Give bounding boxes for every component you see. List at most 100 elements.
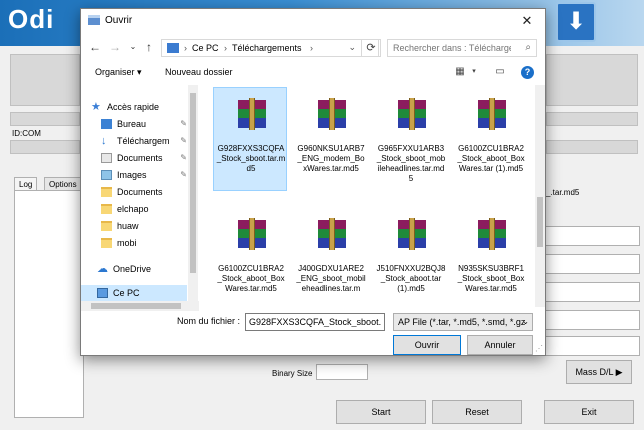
file-name: J510FNXXU2BQJ8_Stock_aboot.tar (1).md5 [376,264,446,293]
folder-icon [101,187,112,197]
file-item[interactable]: J400GDXU1ARE2_ENG_sboot_mobileheadlines.… [293,207,367,307]
nav-images[interactable]: Images ✎ [81,167,187,184]
winrar-archive-icon [316,98,348,130]
file-item[interactable]: N935SKSU3BRF1_Stock_sboot_BoxWares.tar.m… [453,207,527,307]
nav-label: Documents [117,187,163,197]
odin-slot [10,54,80,106]
binary-size-field [316,364,368,380]
folder-icon [101,238,112,248]
reset-button[interactable]: Reset [432,400,522,424]
file-name: N935SKSU3BRF1_Stock_sboot_BoxWares.tar.m… [457,264,525,293]
file-type-select[interactable]: AP File (*.tar, *.md5, *.smd, *.gz ⌄ [393,313,533,331]
search-box[interactable]: ⌕ [387,39,537,57]
preview-pane-icon[interactable]: ▭ [493,66,507,78]
nav-label: OneDrive [113,264,152,274]
winrar-archive-icon [236,98,268,130]
up-arrow-icon[interactable]: ↑ [141,39,157,55]
exit-button[interactable]: Exit [544,400,634,424]
chevron-down-icon[interactable]: ▾ [467,66,481,78]
nav-desktop[interactable]: Bureau ✎ [81,116,187,133]
nav-label: elchapo [117,204,149,214]
cloud-icon: ☁ [97,263,108,275]
search-input[interactable] [388,40,516,56]
nav-label: Documents [117,153,163,163]
nav-label: Ce PC [113,288,140,298]
winrar-archive-icon [476,98,508,130]
scroll-thumb[interactable] [91,303,181,309]
mass-dl-button[interactable]: Mass D/L ▶ [566,360,632,384]
documents-icon [101,153,112,163]
file-slot-field[interactable] [540,282,640,302]
nav-label: Téléchargem [117,136,170,146]
file-item[interactable]: G928FXXS3CQFA_Stock_sboot.tar.md5 [213,87,287,191]
file-slot-field[interactable] [540,226,640,246]
navigation-bar: ← → ⌄ ↑ › Ce PC › Téléchargements › ⌄ ⟳ … [81,35,545,61]
nav-folder-mobi[interactable]: mobi [81,235,187,252]
resize-grip-icon[interactable]: ⋰ [535,344,543,353]
file-item[interactable]: G965FXXU1ARB3_Stock_sboot_mobileheadline… [373,87,447,191]
organize-menu[interactable]: Organiser ▾ [95,67,142,78]
breadcrumb-ce-pc[interactable]: Ce PC [192,43,219,53]
file-item[interactable]: G6100ZCU1BRA2_Stock_aboot_BoxWares.tar (… [453,87,527,191]
chevron-down-icon: ⌄ [522,317,529,326]
file-name: G6100ZCU1BRA2_Stock_aboot_BoxWares.tar (… [457,144,525,173]
chevron-right-icon[interactable]: › [184,43,187,53]
nav-downloads[interactable]: ↓ Téléchargem ✎ [81,133,187,150]
odin-slot [546,112,638,126]
search-icon[interactable]: ⌕ [525,42,531,53]
chevron-right-icon[interactable]: › [224,43,227,53]
new-folder-button[interactable]: Nouveau dossier [165,67,233,77]
files-vertical-scrollbar[interactable] [535,85,545,307]
filename-input[interactable] [245,313,385,331]
nav-horizontal-scrollbar[interactable] [81,301,199,311]
close-button[interactable]: ✕ [515,12,539,30]
file-slot-field[interactable] [540,254,640,274]
refresh-icon[interactable]: ⟳ [361,39,381,57]
file-slot-field[interactable] [540,310,640,330]
file-item[interactable]: G6100ZCU1BRA2_Stock_aboot_BoxWares.tar.m… [213,207,287,307]
nav-onedrive[interactable]: ☁ OneDrive [81,261,187,278]
breadcrumb-downloads[interactable]: Téléchargements [232,43,302,53]
file-name: G965FXXU1ARB3_Stock_sboot_mobileheadline… [376,144,446,183]
chevron-down-icon[interactable]: ⌄ [348,42,356,53]
tab-options[interactable]: Options [44,177,82,191]
nav-folder-documents[interactable]: Documents [81,184,187,201]
binary-size-label: Binary Size [272,369,313,378]
file-slot-field[interactable] [540,336,640,356]
forward-arrow-icon[interactable]: → [107,39,123,55]
odin-slot [10,112,80,126]
open-button[interactable]: Ouvrir [393,335,461,355]
nav-folder-elchapo[interactable]: elchapo [81,201,187,218]
help-icon[interactable]: ? [521,66,534,79]
nav-folder-huaw[interactable]: huaw [81,218,187,235]
nav-vertical-scrollbar[interactable] [188,85,198,303]
file-item[interactable]: G960NKSU1ARB7_ENG_modem_BoxWares.tar.md5 [293,87,367,191]
scroll-thumb[interactable] [537,197,543,247]
file-item[interactable]: J510FNXXU2BQJ8_Stock_aboot.tar (1).md5 [373,207,447,307]
file-list: G928FXXS3CQFA_Stock_sboot.tar.md5 G960NK… [207,85,535,307]
odin-logo: Odi [8,4,55,34]
tab-log[interactable]: Log [14,177,38,191]
recent-chevron-icon[interactable]: ⌄ [125,39,141,55]
nav-label: mobi [117,238,137,248]
nav-quick-access[interactable]: ★ Accès rapide [81,99,187,116]
dialog-title: Ouvrir [105,15,133,26]
chevron-right-icon[interactable]: › [310,43,313,53]
pin-icon: ✎ [180,170,187,179]
dialog-titlebar[interactable]: Ouvrir ✕ [81,9,545,33]
odin-slot [546,54,638,106]
pin-icon: ✎ [180,153,187,162]
view-options-icon[interactable]: ▦ [453,66,467,78]
start-button[interactable]: Start [336,400,426,424]
cancel-button[interactable]: Annuler [467,335,533,355]
odin-com-slot [10,140,80,154]
nav-this-pc[interactable]: Ce PC [81,285,187,302]
winrar-archive-icon [396,98,428,130]
filename-label: Nom du fichier : [177,316,241,326]
scroll-thumb[interactable] [190,93,196,273]
address-bar[interactable]: › Ce PC › Téléchargements › ⌄ [161,39,379,57]
star-icon: ★ [91,101,101,113]
nav-documents[interactable]: Documents ✎ [81,150,187,167]
pin-icon: ✎ [180,136,187,145]
back-arrow-icon[interactable]: ← [87,39,103,55]
